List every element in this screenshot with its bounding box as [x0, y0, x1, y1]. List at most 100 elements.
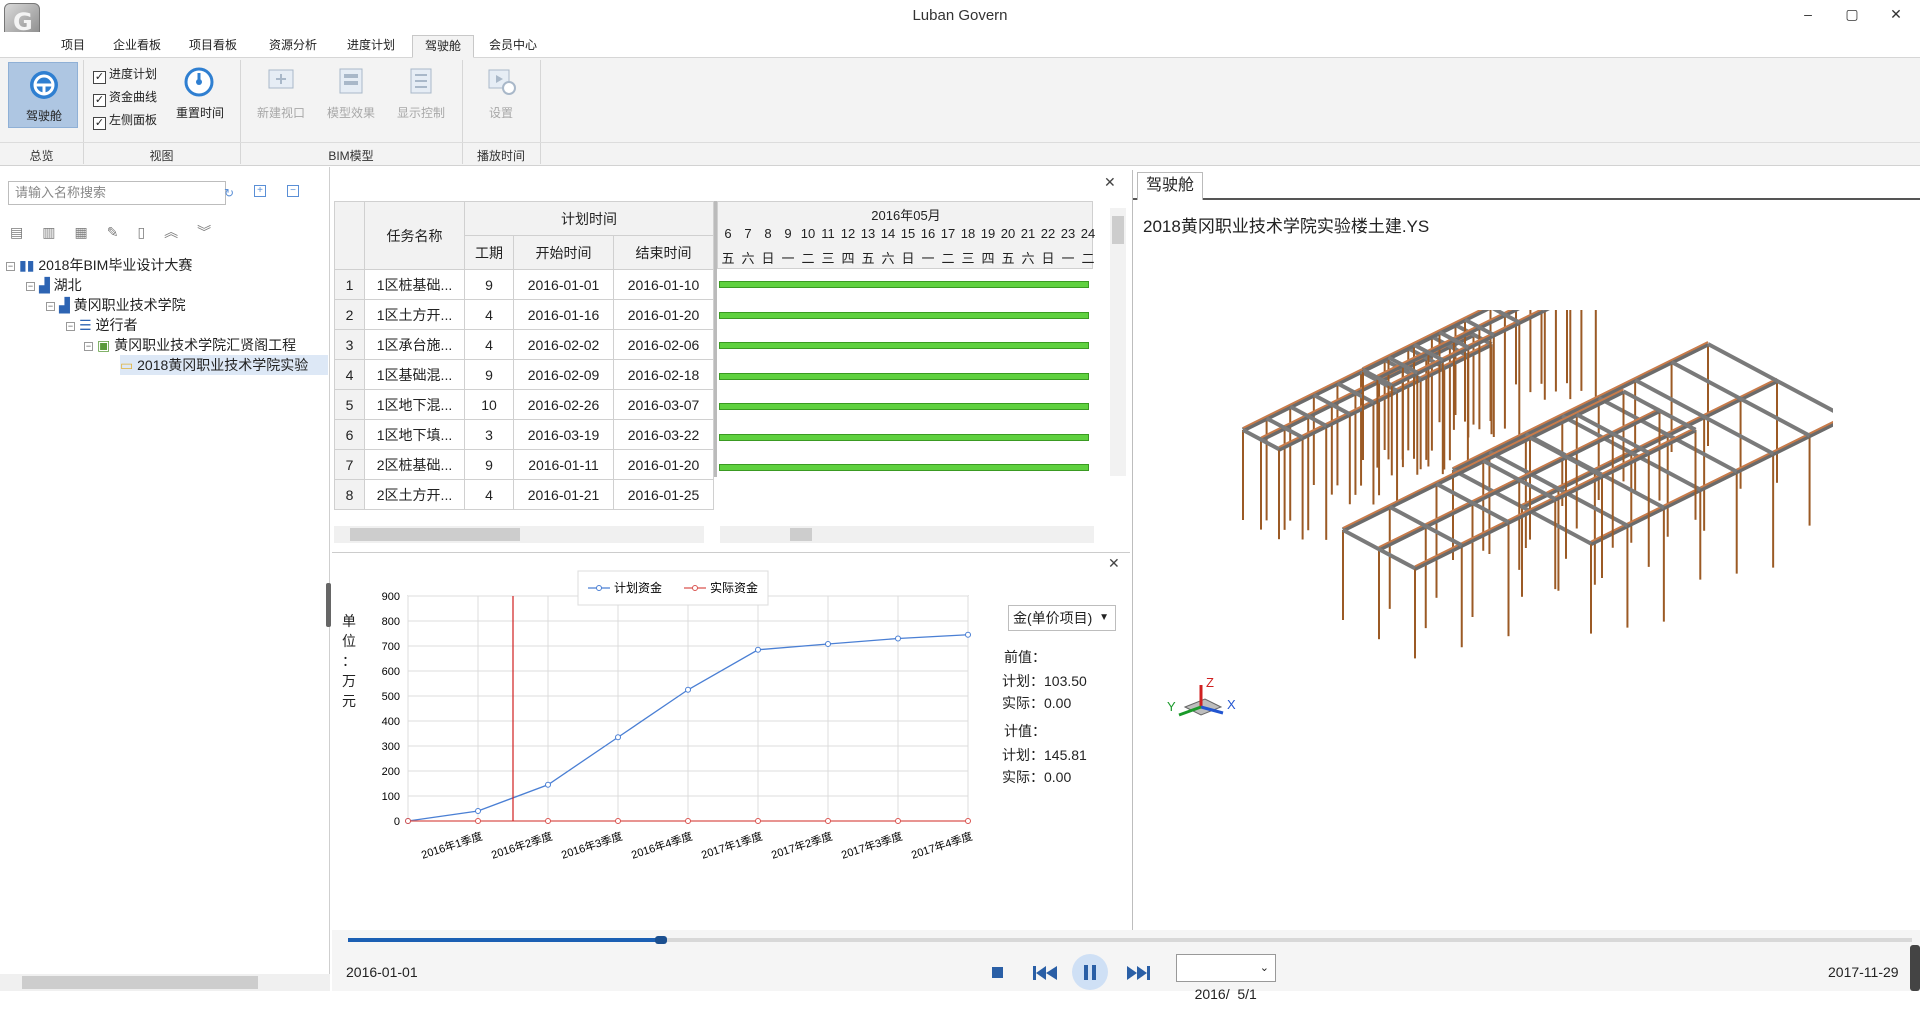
chart-close-icon[interactable]: ✕ — [1108, 555, 1120, 572]
gantt-panel: ✕ 任务名称 计划时间 工期 开始时间 结束时间 1 1区桩基础... 9 2016-… — [332, 168, 1130, 546]
viewport-tab[interactable]: 驾驶舱 — [1137, 172, 1203, 200]
table-row[interactable]: 8 2区土方开... 4 2016-01-21 2016-01-25 — [334, 479, 714, 510]
duration-cell: 4 — [464, 299, 514, 330]
tree-item-contest[interactable]: − ▮▮ 2018年BIM毕业设计大赛 — [6, 255, 192, 275]
close-button[interactable]: ✕ — [1881, 6, 1911, 26]
stop-icon[interactable] — [992, 967, 1003, 978]
reset-time-button[interactable]: 重置时间 — [172, 66, 228, 128]
y-tick-label: 200 — [382, 766, 400, 778]
project-icon: ▣ — [97, 337, 111, 353]
col-duration[interactable]: 工期 — [464, 235, 514, 270]
tab-member-center[interactable]: 会员中心 — [482, 35, 544, 58]
maximize-button[interactable]: ▢ — [1837, 6, 1867, 26]
model-effect-icon — [339, 68, 363, 94]
row-number: 4 — [334, 359, 365, 390]
timeline-weekday: 五 — [861, 251, 875, 266]
gantt-bar[interactable] — [719, 281, 1089, 288]
minimize-button[interactable]: – — [1793, 6, 1823, 26]
col-task-name[interactable]: 任务名称 — [364, 201, 465, 270]
table-row[interactable]: 3 1区承台施... 4 2016-02-02 2016-02-06 — [334, 329, 714, 360]
add-root-icon[interactable]: ▤ — [10, 224, 42, 240]
collapse-all-icon[interactable]: − — [287, 185, 299, 197]
timeline-weekday: 日 — [761, 251, 775, 266]
table-row[interactable]: 6 1区地下填... 3 2016-03-19 2016-03-22 — [334, 419, 714, 450]
refresh-icon[interactable]: ↻ — [224, 186, 234, 200]
gantt-bar[interactable] — [719, 433, 1089, 441]
gantt-bar[interactable] — [719, 403, 1089, 410]
x-tick-label: 2016年4季度 — [629, 829, 694, 862]
move-up-icon[interactable]: ︽ — [164, 224, 197, 240]
y-tick-label: 0 — [394, 816, 400, 828]
group-label-view: 视图 — [149, 149, 174, 163]
move-down-icon[interactable]: ︾ — [197, 224, 230, 240]
display-control-button[interactable]: 显示控制 — [390, 66, 452, 128]
tree-item-project[interactable]: − ▣ 黄冈职业技术学院汇贤阁工程 — [84, 335, 296, 355]
z-axis-label: Z — [1206, 675, 1214, 690]
expand-all-icon[interactable]: + — [254, 185, 266, 197]
total-value-label: 计值： — [1004, 723, 1046, 739]
axis-gizmo[interactable]: Z X Y — [1161, 675, 1241, 735]
series-point-1 — [965, 818, 971, 824]
table-row[interactable]: 2 1区土方开... 4 2016-01-16 2016-01-20 — [334, 299, 714, 330]
timeline-weekday: 二 — [941, 251, 955, 266]
previous-icon[interactable] — [1032, 964, 1058, 982]
add-item-icon[interactable]: ▦ — [74, 224, 106, 240]
tab-project[interactable]: 项目 — [56, 35, 90, 58]
pause-button[interactable] — [1072, 954, 1108, 990]
timeline-knob[interactable] — [654, 936, 667, 944]
add-child-icon[interactable]: ▥ — [42, 224, 74, 240]
tab-enterprise-board[interactable]: 企业看板 — [108, 35, 166, 58]
tree-item-team[interactable]: − ☰ 逆行者 — [66, 315, 137, 335]
panel-splitter[interactable] — [326, 583, 331, 627]
timeline-weekday: 日 — [901, 251, 915, 266]
start-date-cell: 2016-02-26 — [513, 389, 614, 420]
y-tick-label: 700 — [382, 641, 400, 653]
checkbox-fund-curve[interactable]: ✓ 资金曲线 — [93, 88, 157, 107]
edit-icon[interactable]: ✎ — [107, 224, 138, 240]
cockpit-button[interactable]: 驾驶舱 — [8, 62, 78, 128]
task-name-cell: 2区桩基础... — [364, 449, 465, 480]
checkbox-schedule[interactable]: ✓ 进度计划 — [93, 65, 157, 84]
tab-schedule[interactable]: 进度计划 — [340, 35, 402, 58]
search-input[interactable]: 请输入名称搜索 — [8, 181, 226, 205]
tab-project-board[interactable]: 项目看板 — [184, 35, 242, 58]
timeline-hscroll[interactable] — [720, 526, 1094, 543]
tree-item-hubei[interactable]: − ▟ 湖北 — [26, 275, 82, 295]
gantt-vscroll[interactable] — [1110, 208, 1126, 476]
gantt-bar[interactable] — [719, 372, 1089, 380]
next-icon[interactable] — [1126, 964, 1152, 982]
tree-item-college[interactable]: − ▟ 黄冈职业技术学院 — [46, 295, 186, 315]
new-view-button[interactable]: 新建视口 — [250, 66, 312, 128]
col-start[interactable]: 开始时间 — [513, 235, 614, 270]
col-end[interactable]: 结束时间 — [613, 235, 714, 270]
tree-item-model[interactable]: ▭ 2018黄冈职业技术学院实验 — [120, 355, 329, 375]
timeline-day: 7 — [744, 226, 752, 241]
delete-icon[interactable]: ▯ — [137, 224, 164, 240]
checkbox-left-panel[interactable]: ✓ 左侧面板 — [93, 111, 157, 130]
left-scrollbar[interactable] — [0, 974, 330, 991]
settings-button[interactable]: 设置 — [470, 66, 532, 128]
timeline-day: 10 — [800, 226, 816, 241]
chevron-down-icon: ⌄ — [1259, 962, 1269, 974]
timeline-weekday: 六 — [881, 251, 895, 266]
table-hscroll[interactable] — [334, 526, 704, 543]
gantt-close-icon[interactable]: ✕ — [1104, 174, 1116, 191]
current-date-picker[interactable]: 2016/ 5/1 ⌄ — [1176, 954, 1276, 1002]
timeline-slider[interactable] — [348, 936, 1912, 944]
fund-type-dropdown[interactable]: 金(单价项目) ▼ — [1008, 605, 1116, 631]
table-row[interactable]: 1 1区桩基础... 9 2016-01-01 2016-01-10 — [334, 269, 714, 300]
gantt-bar[interactable] — [719, 342, 1089, 349]
timeline-day: 14 — [880, 226, 896, 241]
bottom-splitter[interactable] — [1910, 945, 1920, 991]
bim-model-render[interactable] — [1213, 310, 1833, 780]
tab-resource-analysis[interactable]: 资源分析 — [262, 35, 324, 58]
legend-label-1: 实际资金 — [710, 580, 758, 595]
table-row[interactable]: 4 1区基础混... 9 2016-02-09 2016-02-18 — [334, 359, 714, 390]
table-row[interactable]: 5 1区地下混... 10 2016-02-26 2016-03-07 — [334, 389, 714, 420]
gantt-bar[interactable] — [719, 464, 1089, 471]
model-effect-button[interactable]: 模型效果 — [320, 66, 382, 128]
start-date-cell: 2016-03-19 — [513, 419, 614, 450]
gantt-bar[interactable] — [719, 311, 1089, 319]
table-row[interactable]: 7 2区桩基础... 9 2016-01-11 2016-01-20 — [334, 449, 714, 480]
tab-cockpit[interactable]: 驾驶舱 — [412, 35, 474, 58]
